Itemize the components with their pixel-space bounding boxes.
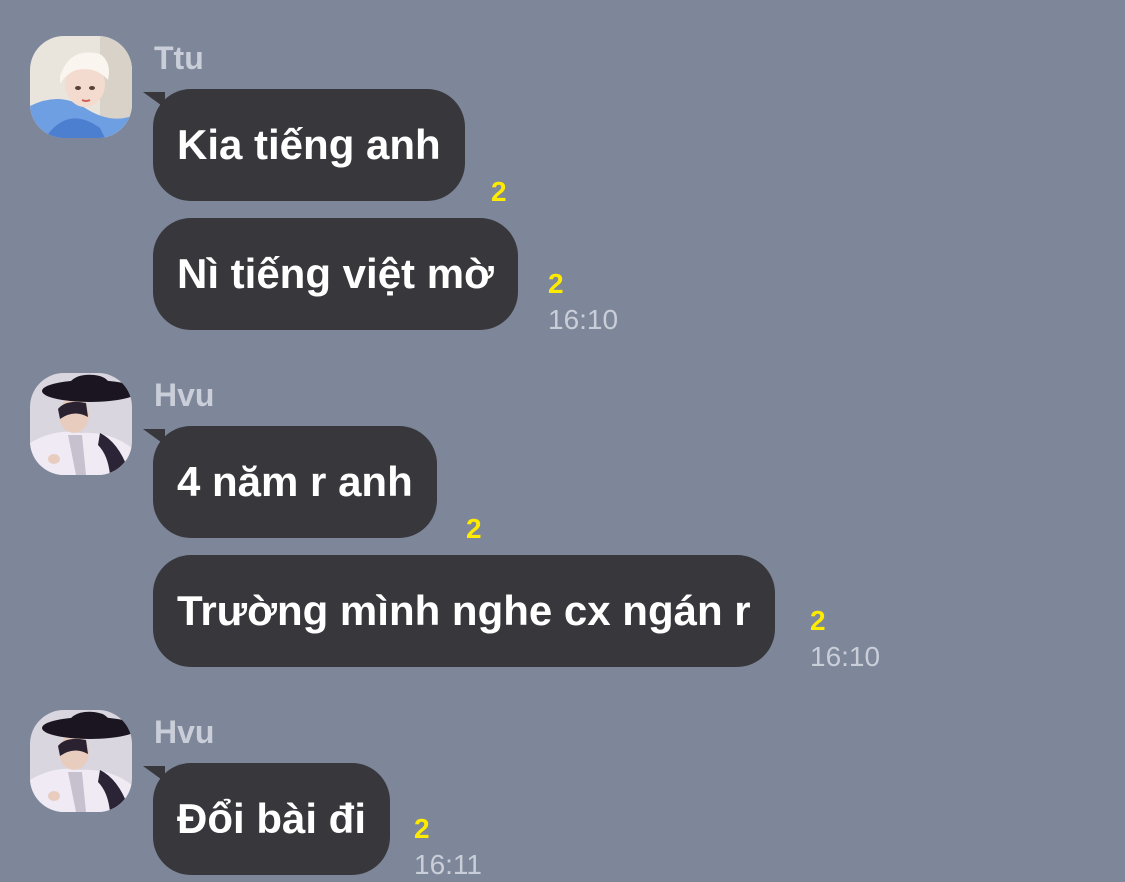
unread-count: 2 <box>466 513 482 544</box>
message-bubble[interactable]: Trường mình nghe cx ngán r <box>153 555 775 667</box>
sender-name: Hvu <box>154 377 215 413</box>
sender-name: Ttu <box>154 40 204 76</box>
unread-count: 2 <box>548 268 564 299</box>
sender-avatar[interactable] <box>30 36 132 138</box>
message-bubble[interactable]: Nì tiếng việt mờ <box>153 218 518 330</box>
unread-count: 2 <box>810 605 826 636</box>
message-timestamp: 16:11 <box>414 849 482 880</box>
message-bubble[interactable]: 4 năm r anh <box>153 426 437 538</box>
message-timestamp: 16:10 <box>548 304 619 335</box>
unread-count: 2 <box>414 813 430 844</box>
message-bubble[interactable]: Kia tiếng anh <box>153 89 465 201</box>
avatar-ttu-image <box>30 36 132 138</box>
sender-name: Hvu <box>154 714 215 750</box>
sender-avatar[interactable] <box>30 710 132 812</box>
message-timestamp: 16:10 <box>810 641 881 672</box>
avatar-hvu-image <box>30 710 132 812</box>
message-bubble[interactable]: Đổi bài đi <box>153 763 390 875</box>
sender-avatar[interactable] <box>30 373 132 475</box>
avatar-hvu-image <box>30 373 132 475</box>
unread-count: 2 <box>491 176 507 207</box>
